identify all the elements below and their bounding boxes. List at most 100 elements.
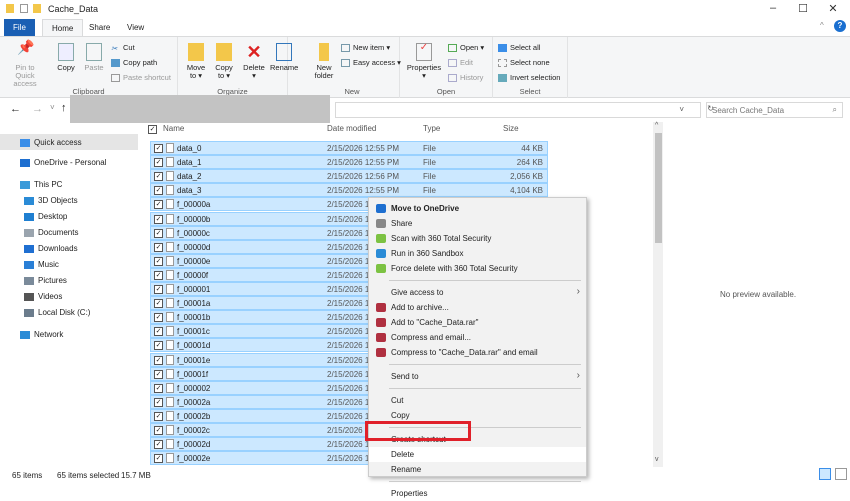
menu-item-cut[interactable]: Cut — [369, 393, 586, 408]
tab-share[interactable]: Share — [80, 19, 119, 36]
row-checkbox[interactable]: ✓ — [154, 172, 163, 182]
address-bar[interactable]: ˅ ↻ — [335, 102, 714, 118]
paste-button[interactable]: Paste — [82, 43, 106, 72]
column-size[interactable]: Size — [503, 124, 519, 133]
recent-locations-button[interactable]: ˅ — [50, 103, 55, 112]
menu-item-force-delete-with-360-total-security[interactable]: Force delete with 360 Total Security — [369, 261, 586, 276]
file-row[interactable]: ✓ data_3 2/15/2026 12:55 PM File 4,104 KB — [150, 183, 548, 198]
nav-item-this-pc[interactable]: This PC — [0, 176, 138, 192]
menu-item-rename[interactable]: Rename — [369, 462, 586, 477]
nav-item-desktop[interactable]: Desktop — [0, 208, 138, 224]
nav-item-pictures[interactable]: Pictures — [0, 272, 138, 288]
scroll-down-icon[interactable]: v — [655, 456, 659, 463]
row-checkbox[interactable]: ✓ — [154, 341, 163, 351]
edit-button[interactable]: Edit — [448, 58, 473, 68]
search-input[interactable]: Search Cache_Data ⌕ — [706, 102, 843, 118]
menu-item-scan-with-360-total-security[interactable]: Scan with 360 Total Security — [369, 231, 586, 246]
maximize-button[interactable]: ☐ — [788, 2, 818, 16]
row-checkbox[interactable]: ✓ — [154, 440, 163, 450]
history-button[interactable]: History — [448, 73, 483, 83]
menu-item-compress-to-cache-data-rar-and-email[interactable]: Compress to "Cache_Data.rar" and email — [369, 345, 586, 360]
row-checkbox[interactable]: ✓ — [154, 426, 163, 435]
row-checkbox[interactable]: ✓ — [154, 144, 163, 153]
tab-view[interactable]: View — [118, 19, 153, 36]
row-checkbox[interactable]: ✓ — [154, 256, 163, 266]
minimize-button[interactable]: – — [758, 2, 788, 16]
row-checkbox[interactable]: ✓ — [154, 228, 163, 238]
new-folder-button[interactable]: New folder — [309, 43, 339, 80]
invert-selection-button[interactable]: Invert selection — [498, 73, 560, 83]
nav-item-local-disk-c[interactable]: Local Disk (C:) — [0, 304, 138, 320]
help-icon[interactable]: ? — [834, 20, 846, 32]
copy-button[interactable]: Copy — [54, 43, 78, 72]
menu-item-add-to-archive[interactable]: Add to archive... — [369, 300, 586, 315]
nav-item-quick-access[interactable]: Quick access — [0, 134, 138, 150]
row-checkbox[interactable]: ✓ — [154, 186, 163, 196]
row-checkbox[interactable]: ✓ — [154, 454, 163, 464]
select-all-checkbox[interactable]: ✓ — [148, 125, 157, 134]
row-checkbox[interactable]: ✓ — [154, 355, 163, 365]
cut-button[interactable]: ✂ Cut — [111, 43, 135, 53]
row-checkbox[interactable]: ✓ — [154, 313, 163, 323]
row-checkbox[interactable]: ✓ — [154, 299, 163, 309]
up-button[interactable]: ↑ — [61, 102, 67, 114]
address-dropdown-icon[interactable]: ˅ — [679, 105, 684, 114]
file-row[interactable]: ✓ data_2 2/15/2026 12:56 PM File 2,056 KB — [150, 169, 548, 184]
menu-item-give-access-to[interactable]: Give access to › — [369, 285, 586, 300]
nav-item-3d-objects[interactable]: 3D Objects — [0, 192, 138, 208]
collapse-ribbon-icon[interactable]: ^ — [820, 21, 824, 30]
column-type[interactable]: Type — [423, 124, 440, 133]
row-checkbox[interactable]: ✓ — [154, 383, 163, 393]
nav-item-music[interactable]: Music — [0, 256, 138, 272]
menu-item-move-to-onedrive[interactable]: Move to OneDrive — [369, 201, 586, 216]
pin-quick-access-button[interactable]: 📌 Pin to Quick access — [5, 40, 45, 88]
scrollbar-thumb[interactable] — [655, 133, 662, 243]
copy-path-button[interactable]: Copy path — [111, 58, 157, 68]
copy-to-button[interactable]: Copy to ▾ — [212, 43, 236, 80]
forward-button[interactable]: → — [32, 103, 43, 115]
row-checkbox[interactable]: ✓ — [154, 214, 163, 224]
file-row[interactable]: ✓ data_1 2/15/2026 12:55 PM File 264 KB — [150, 155, 548, 170]
select-none-button[interactable]: Select none — [498, 58, 550, 68]
file-row[interactable]: ✓ data_0 2/15/2026 12:55 PM File 44 KB — [150, 141, 548, 155]
nav-item-network[interactable]: Network — [0, 326, 138, 342]
column-date-modified[interactable]: Date modified — [327, 124, 376, 133]
details-view-button[interactable] — [819, 468, 831, 480]
nav-item-downloads[interactable]: Downloads — [0, 240, 138, 256]
paste-shortcut-button[interactable]: Paste shortcut — [111, 73, 171, 83]
row-checkbox[interactable]: ✓ — [154, 200, 163, 210]
tab-file[interactable]: File — [4, 19, 35, 36]
row-checkbox[interactable]: ✓ — [154, 397, 163, 407]
row-checkbox[interactable]: ✓ — [154, 285, 163, 294]
row-checkbox[interactable]: ✓ — [154, 327, 163, 337]
back-button[interactable]: ← — [10, 103, 21, 115]
nav-item-documents[interactable]: Documents — [0, 224, 138, 240]
tab-home[interactable]: Home — [42, 19, 84, 36]
menu-item-add-to-cache-data-rar[interactable]: Add to "Cache_Data.rar" — [369, 315, 586, 330]
easy-access-button[interactable]: Easy access ▾ — [341, 58, 401, 68]
move-to-button[interactable]: Move to ▾ — [184, 43, 208, 80]
select-all-button[interactable]: Select all — [498, 43, 540, 53]
new-folder-qat-icon[interactable] — [33, 4, 41, 13]
scroll-up-icon[interactable]: ^ — [655, 122, 658, 129]
menu-item-share[interactable]: Share — [369, 216, 586, 231]
row-checkbox[interactable]: ✓ — [154, 270, 163, 280]
nav-item-onedrive-personal[interactable]: OneDrive - Personal — [0, 154, 138, 170]
menu-item-properties[interactable]: Properties — [369, 486, 586, 501]
row-checkbox[interactable]: ✓ — [154, 369, 163, 379]
delete-ribbon-button[interactable]: ✕ Delete ▾ — [242, 43, 266, 80]
large-icons-view-button[interactable] — [835, 468, 847, 480]
column-name[interactable]: Name — [163, 124, 184, 133]
menu-item-send-to[interactable]: Send to › — [369, 369, 586, 384]
properties-button[interactable]: ✓ Properties ▾ — [406, 43, 442, 80]
nav-item-videos[interactable]: Videos — [0, 288, 138, 304]
open-button[interactable]: Open ▾ — [448, 43, 484, 53]
row-checkbox[interactable]: ✓ — [154, 411, 163, 421]
menu-item-run-in-360-sandbox[interactable]: Run in 360 Sandbox — [369, 246, 586, 261]
rename-button[interactable]: Rename — [270, 43, 298, 72]
menu-item-compress-and-email[interactable]: Compress and email... — [369, 330, 586, 345]
close-button[interactable]: ✕ — [818, 2, 848, 16]
new-item-button[interactable]: New item ▾ — [341, 43, 390, 53]
row-checkbox[interactable]: ✓ — [154, 158, 163, 168]
row-checkbox[interactable]: ✓ — [154, 242, 163, 252]
